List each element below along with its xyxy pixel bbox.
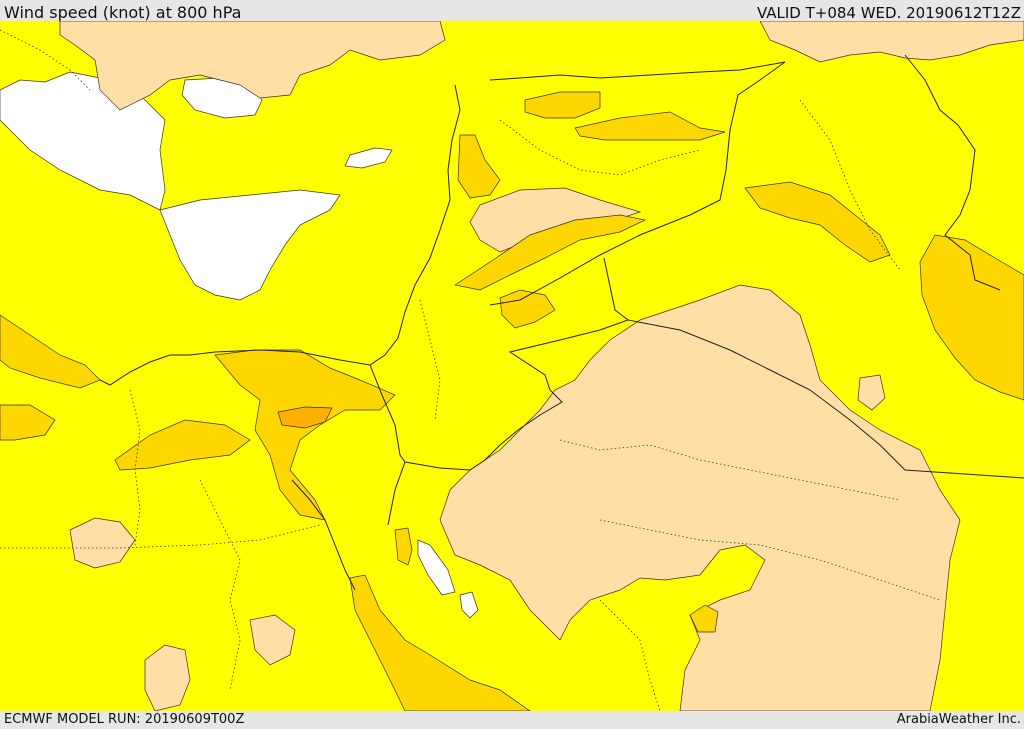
valid-time-label: VALID T+084 WED. 20190612T12Z [756, 4, 1021, 22]
wind-speed-map [0, 21, 1024, 711]
map-header: Wind speed (knot) at 800 hPa VALID T+084… [0, 0, 1024, 22]
credit-label: ArabiaWeather Inc. [896, 712, 1021, 727]
model-run-label: ECMWF MODEL RUN: 20190609T00Z [4, 712, 245, 727]
map-footer: ECMWF MODEL RUN: 20190609T00Z ArabiaWeat… [0, 711, 1024, 729]
map-canvas [0, 21, 1024, 711]
map-title: Wind speed (knot) at 800 hPa [4, 3, 242, 22]
